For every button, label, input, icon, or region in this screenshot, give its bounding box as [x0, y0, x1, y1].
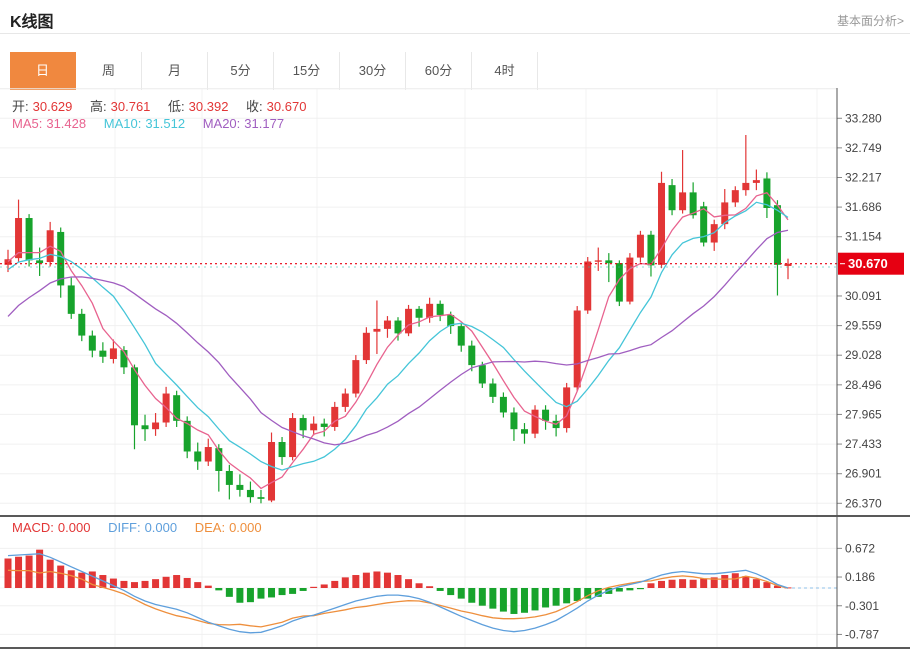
tab-15分[interactable]: 15分: [274, 52, 340, 90]
current-price-tag: 30.670: [838, 253, 904, 275]
svg-text:26.370: 26.370: [845, 496, 882, 510]
page-title: K线图: [10, 8, 54, 32]
tab-周[interactable]: 周: [76, 52, 142, 90]
header-divider: [0, 33, 910, 34]
svg-text:26.901: 26.901: [845, 467, 882, 481]
svg-text:30.670: 30.670: [848, 256, 888, 271]
candles: [5, 135, 792, 503]
svg-text:33.280: 33.280: [845, 111, 882, 125]
svg-text:32.217: 32.217: [845, 171, 882, 185]
period-tabs: 日周月5分15分30分60分4时: [10, 52, 538, 90]
macd-axis-labels: 0.672 0.186 -0.301 -0.787: [0, 541, 879, 641]
svg-text:31.154: 31.154: [845, 230, 882, 244]
tab-5分[interactable]: 5分: [208, 52, 274, 90]
diff-line: [8, 554, 788, 633]
svg-text:-0.301: -0.301: [845, 599, 879, 613]
svg-text:29.559: 29.559: [845, 319, 882, 333]
kline-chart-canvas[interactable]: 33.280 32.749 32.217 31.686 31.154 30.091 29.5…: [0, 88, 910, 650]
svg-text:0.186: 0.186: [845, 570, 875, 584]
svg-text:27.433: 27.433: [845, 437, 882, 451]
svg-text:28.496: 28.496: [845, 378, 882, 392]
svg-text:-0.787: -0.787: [845, 627, 879, 641]
tab-月[interactable]: 月: [142, 52, 208, 90]
svg-text:32.749: 32.749: [845, 141, 882, 155]
tab-4时[interactable]: 4时: [472, 52, 538, 90]
tab-60分[interactable]: 60分: [406, 52, 472, 90]
macd-histogram: [5, 550, 792, 614]
tab-30分[interactable]: 30分: [340, 52, 406, 90]
svg-text:31.686: 31.686: [845, 200, 882, 214]
fundamental-analysis-link[interactable]: 基本面分析>: [837, 12, 904, 29]
main-axis-labels: 33.280 32.749 32.217 31.686 31.154 30.091 29.5…: [837, 111, 882, 510]
tab-日[interactable]: 日: [10, 52, 76, 90]
svg-text:27.965: 27.965: [845, 407, 882, 421]
main-gridlines: [0, 89, 837, 504]
svg-text:29.028: 29.028: [845, 348, 882, 362]
svg-text:0.672: 0.672: [845, 541, 875, 555]
svg-text:30.091: 30.091: [845, 289, 882, 303]
